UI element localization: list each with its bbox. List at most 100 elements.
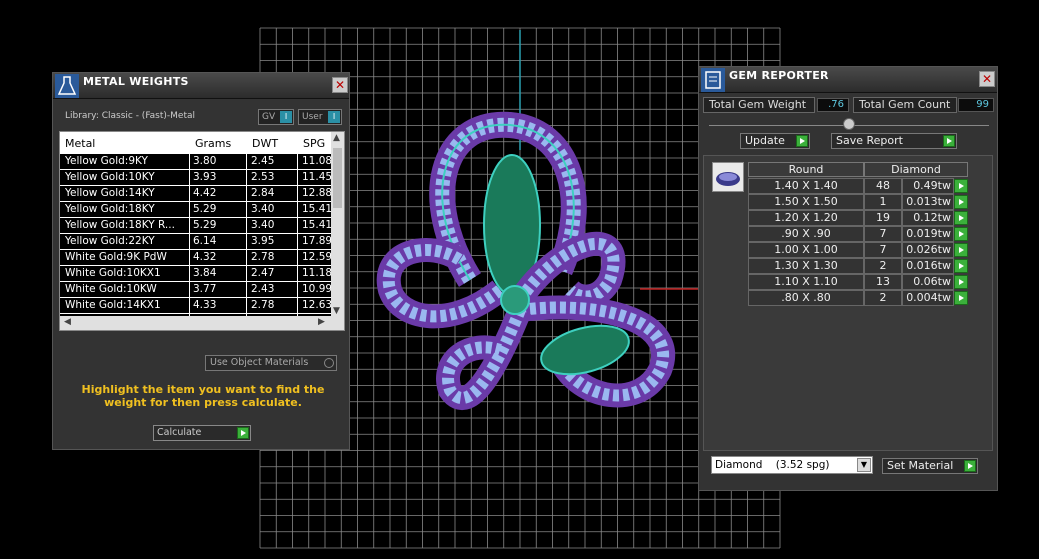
select-gem-arrow-icon[interactable]: [954, 211, 968, 225]
gem-reporter-titlebar[interactable]: GEM REPORTER ✕: [699, 67, 997, 93]
spg-cell: 11.08: [302, 155, 332, 167]
spg-cell: 15.41: [302, 219, 332, 231]
table-row[interactable]: White Gold:10KX1 3.84 2.47 11.18: [60, 266, 332, 282]
chevron-down-icon[interactable]: ▼: [857, 458, 871, 472]
spg-cell: 12.63: [302, 299, 332, 311]
gv-label: GV: [262, 112, 276, 122]
metal-cell: Yellow Gold:18KY R...: [65, 219, 175, 231]
gem-row[interactable]: 1.50 X 1.50 1 0.013tw: [748, 194, 968, 210]
gem-row[interactable]: 1.10 X 1.10 13 0.06tw: [748, 274, 968, 290]
metal-cell: Yellow Gold:10KY: [65, 171, 155, 183]
gem-row[interactable]: 1.20 X 1.20 19 0.12tw: [748, 210, 968, 226]
gem-reporter-panel: GEM REPORTER ✕ Total Gem Weight .76 Tota…: [698, 66, 998, 491]
table-row[interactable]: Yellow Gold:9KY 3.80 2.45 11.08: [60, 154, 332, 170]
gem-count-cell: 48: [864, 178, 902, 194]
instruction-text: Highlight the item you want to find the …: [81, 383, 325, 409]
scroll-up-icon[interactable]: ▲: [333, 133, 340, 143]
slider-knob[interactable]: [843, 118, 855, 130]
use-object-materials-label: Use Object Materials: [210, 357, 309, 368]
metal-cell: Yellow Gold:9KY: [65, 155, 148, 167]
metal-cell: Yellow Gold:18KY: [65, 203, 155, 215]
gem-row[interactable]: .80 X .80 2 0.004tw: [748, 290, 968, 306]
vertical-scrollbar[interactable]: ▲ ▼: [331, 132, 344, 318]
scroll-thumb[interactable]: [333, 148, 342, 208]
gem-size-cell: 1.10 X 1.10: [748, 274, 864, 290]
spg-cell: 15.41: [302, 203, 332, 215]
dwt-cell: 3.95: [251, 235, 275, 247]
metal-table[interactable]: Metal Grams DWT SPG Yellow Gold:9KY 3.80 2…: [59, 131, 345, 331]
set-material-button[interactable]: Set Material: [882, 458, 978, 474]
close-button[interactable]: ✕: [979, 71, 995, 87]
col-spg[interactable]: SPG: [303, 137, 325, 150]
spg-cell: 17.89: [302, 235, 332, 247]
scroll-down-icon[interactable]: ▼: [333, 306, 340, 316]
gem-size-cell: 1.20 X 1.20: [748, 210, 864, 226]
select-gem-arrow-icon[interactable]: [954, 291, 968, 305]
gem-size-cell: .90 X .90: [748, 226, 864, 242]
scroll-left-icon[interactable]: ◀: [64, 317, 71, 327]
go-arrow-icon[interactable]: [237, 427, 249, 439]
gem-weight-cell: 0.016tw: [902, 258, 954, 274]
scroll-right-icon[interactable]: ▶: [318, 317, 325, 327]
gem-row[interactable]: .90 X .90 7 0.019tw: [748, 226, 968, 242]
table-row[interactable]: Yellow Gold:22KY 6.14 3.95 17.89: [60, 234, 332, 250]
gem-weight-cell: 0.019tw: [902, 226, 954, 242]
dwt-cell: 3.40: [251, 203, 275, 215]
select-gem-arrow-icon[interactable]: [954, 195, 968, 209]
go-arrow-icon[interactable]: [964, 460, 976, 472]
select-gem-arrow-icon[interactable]: [954, 259, 968, 273]
radio-icon[interactable]: [324, 358, 334, 368]
table-row[interactable]: White Gold:9K PdW 4.32 2.78 12.59: [60, 250, 332, 266]
gv-toggle[interactable]: GV I: [258, 109, 294, 125]
col-metal[interactable]: Metal: [65, 137, 95, 150]
gem-weight-cell: 0.49tw: [902, 178, 954, 194]
use-object-materials-toggle[interactable]: Use Object Materials: [205, 355, 337, 371]
update-label: Update: [745, 134, 785, 147]
dwt-cell: 2.78: [251, 299, 275, 311]
gem-weight-cell: 0.004tw: [902, 290, 954, 306]
metal-weights-titlebar[interactable]: METAL WEIGHTS ✕: [53, 73, 349, 99]
table-row[interactable]: White Gold:14KX1 4.33 2.78 12.63: [60, 298, 332, 314]
select-gem-arrow-icon[interactable]: [954, 179, 968, 193]
dwt-cell: 2.45: [251, 155, 275, 167]
col-grams[interactable]: Grams: [195, 137, 231, 150]
table-row[interactable]: White Gold:10KW 3.77 2.43 10.99: [60, 282, 332, 298]
save-report-button[interactable]: Save Report: [831, 133, 957, 149]
update-button[interactable]: Update: [740, 133, 810, 149]
go-arrow-icon[interactable]: [943, 135, 955, 147]
select-gem-arrow-icon[interactable]: [954, 227, 968, 241]
gem-row[interactable]: 1.30 X 1.30 2 0.016tw: [748, 258, 968, 274]
set-material-label: Set Material: [887, 459, 954, 472]
save-report-label: Save Report: [836, 134, 903, 147]
user-info-icon[interactable]: I: [328, 111, 340, 123]
diamond-icon[interactable]: [712, 162, 744, 192]
spg-cell: 12.88: [302, 187, 332, 199]
spg-cell: 11.18: [302, 267, 332, 279]
close-button[interactable]: ✕: [332, 77, 348, 93]
gem-row[interactable]: 1.00 X 1.00 7 0.026tw: [748, 242, 968, 258]
col-dwt[interactable]: DWT: [252, 137, 278, 150]
grams-cell: 5.29: [193, 219, 217, 231]
gem-weight-cell: 0.06tw: [902, 274, 954, 290]
calculate-button[interactable]: Calculate: [153, 425, 251, 441]
gem-count-cell: 7: [864, 226, 902, 242]
gem-size-cell: 1.30 X 1.30: [748, 258, 864, 274]
material-select[interactable]: Diamond (3.52 spg) ▼: [711, 456, 873, 474]
table-row[interactable]: Yellow Gold:10KY 3.93 2.53 11.45: [60, 170, 332, 186]
select-gem-arrow-icon[interactable]: [954, 243, 968, 257]
gem-row[interactable]: 1.40 X 1.40 48 0.49tw: [748, 178, 968, 194]
grams-cell: 6.14: [193, 235, 217, 247]
horizontal-scrollbar[interactable]: ◀ ▶: [60, 316, 344, 330]
flask-icon: [55, 74, 79, 98]
gv-info-icon[interactable]: I: [280, 111, 292, 123]
table-row[interactable]: Yellow Gold:18KY 5.29 3.40 15.41: [60, 202, 332, 218]
table-row[interactable]: Yellow Gold:14KY 4.42 2.84 12.88: [60, 186, 332, 202]
select-gem-arrow-icon[interactable]: [954, 275, 968, 289]
go-arrow-icon[interactable]: [796, 135, 808, 147]
grams-cell: 4.42: [193, 187, 217, 199]
pendant-model[interactable]: [376, 111, 675, 410]
gem-count-cell: 13: [864, 274, 902, 290]
user-toggle[interactable]: User I: [298, 109, 342, 125]
grams-cell: 4.32: [193, 251, 217, 263]
table-row[interactable]: Yellow Gold:18KY R... 5.29 3.40 15.41: [60, 218, 332, 234]
